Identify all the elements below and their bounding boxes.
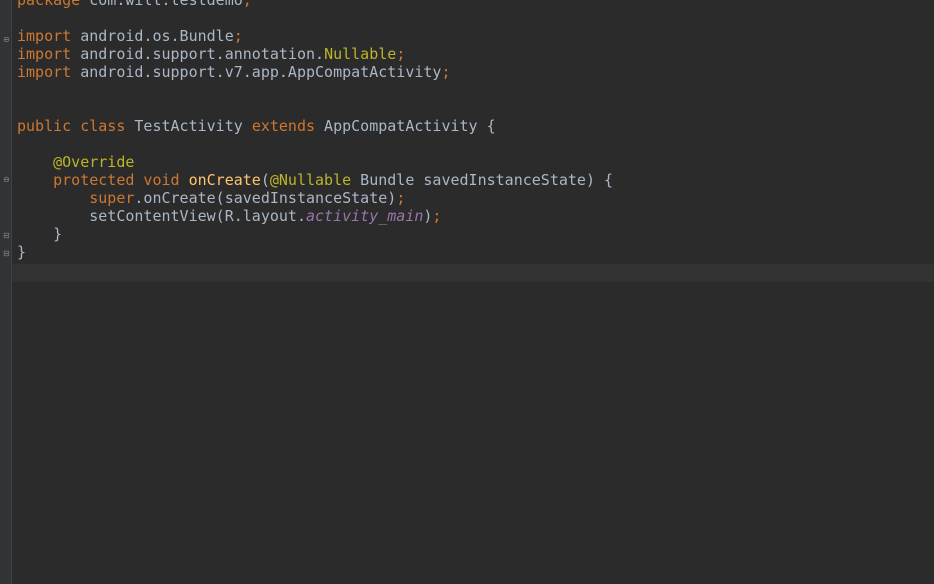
- code-token: Bundle savedInstanceState) {: [351, 171, 614, 189]
- code-line[interactable]: import android.os.Bundle;: [17, 27, 613, 45]
- code-token: TestActivity: [125, 117, 252, 135]
- code-line[interactable]: protected void onCreate(@Nullable Bundle…: [17, 171, 613, 189]
- code-token: protected void: [53, 171, 180, 189]
- code-token: import: [17, 45, 72, 63]
- code-line[interactable]: setContentView(R.layout.activity_main);: [17, 207, 613, 225]
- code-token: ;: [242, 0, 252, 9]
- code-token: AppCompatActivity {: [315, 117, 496, 135]
- code-line[interactable]: [17, 135, 613, 153]
- code-token: @Override: [53, 153, 135, 171]
- code-token: activity_main: [305, 207, 424, 225]
- code-token: Nullable: [324, 45, 397, 63]
- code-line[interactable]: [17, 99, 613, 117]
- code-line[interactable]: super.onCreate(savedInstanceState);: [17, 189, 613, 207]
- code-token: com.will.testdemo: [80, 0, 243, 9]
- code-line[interactable]: package com.will.testdemo;: [17, 0, 613, 9]
- code-line[interactable]: import android.support.v7.app.AppCompatA…: [17, 63, 613, 81]
- code-token: public class: [17, 117, 126, 135]
- code-line[interactable]: }: [17, 225, 613, 243]
- code-line[interactable]: [17, 9, 613, 27]
- code-token: extends: [251, 117, 316, 135]
- code-token: ;: [432, 207, 442, 225]
- code-token: }: [17, 243, 27, 261]
- code-token: setContentView(R.layout.: [17, 207, 306, 225]
- code-token: ;: [396, 45, 406, 63]
- code-token: ;: [441, 63, 451, 81]
- code-token: package: [17, 0, 81, 9]
- code-token: ;: [233, 27, 243, 45]
- code-token: ;: [396, 189, 406, 207]
- code-token: import: [17, 27, 72, 45]
- code-token: android.os.Bundle: [71, 27, 234, 45]
- fold-open-icon[interactable]: ⊖: [3, 176, 11, 184]
- code-token: onCreate: [188, 171, 261, 189]
- code-token: (: [260, 171, 270, 189]
- code-line[interactable]: public class TestActivity extends AppCom…: [17, 117, 613, 135]
- code-token: .onCreate(savedInstanceState): [134, 189, 397, 207]
- code-token: import: [17, 63, 72, 81]
- code-editor[interactable]: ⊖ ⊖ ⊟ ⊟ package com.will.testdemo; impor…: [0, 0, 934, 584]
- fold-end-icon[interactable]: ⊟: [3, 250, 11, 258]
- code-line[interactable]: [17, 261, 613, 279]
- code-token: @Nullable: [269, 171, 352, 189]
- code-line[interactable]: }: [17, 243, 613, 261]
- code-line[interactable]: [17, 81, 613, 99]
- code-token: android.support.v7.app.AppCompatActivity: [71, 63, 442, 81]
- code-token: super: [89, 189, 135, 207]
- fold-open-icon[interactable]: ⊖: [3, 36, 11, 44]
- code-token: }: [17, 225, 63, 243]
- editor-gutter[interactable]: ⊖ ⊖ ⊟ ⊟: [0, 0, 12, 584]
- code-line[interactable]: import android.support.annotation.Nullab…: [17, 45, 613, 63]
- fold-end-icon[interactable]: ⊟: [3, 232, 11, 240]
- code-token: android.support.annotation.: [71, 45, 325, 63]
- code-line[interactable]: @Override: [17, 153, 613, 171]
- code-text-area[interactable]: package com.will.testdemo; import androi…: [17, 0, 613, 279]
